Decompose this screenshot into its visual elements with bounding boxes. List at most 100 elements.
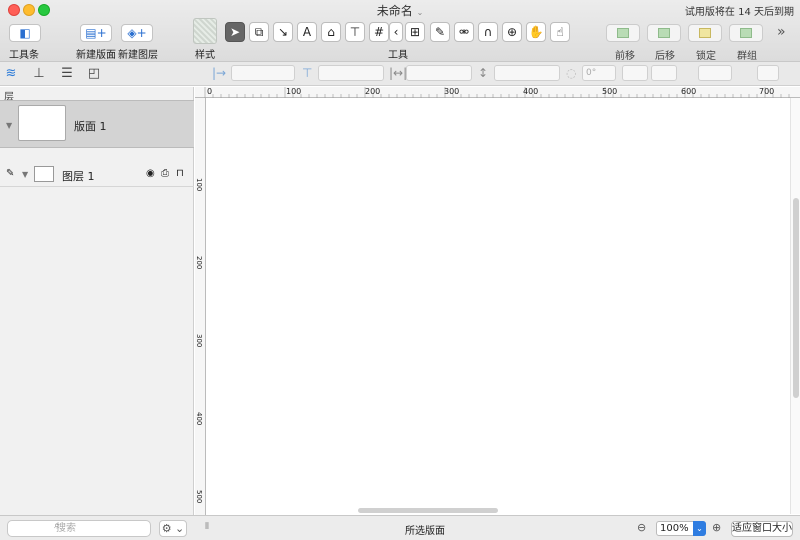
- toolbar-toggle-label: 工具条: [9, 50, 39, 61]
- new-canvas-button[interactable]: ▤+: [80, 24, 112, 42]
- layers-icon[interactable]: ≋: [3, 66, 19, 82]
- canvas-row[interactable]: ▼ 版面 1: [0, 100, 194, 148]
- layer-disclosure-icon[interactable]: ▼: [22, 170, 28, 179]
- printer-icon[interactable]: ⎙: [161, 168, 169, 179]
- style-brush-tool-button[interactable]: ✎: [430, 22, 450, 42]
- point-edit-tool-button[interactable]: ⊤: [345, 22, 365, 42]
- ruler-label: 100: [286, 87, 302, 96]
- magnifier-icon: ⊕: [506, 25, 518, 39]
- outline-icon[interactable]: ☰: [59, 66, 75, 82]
- lock-icon: [699, 28, 711, 38]
- zoom-out-icon[interactable]: ⊖: [637, 521, 646, 534]
- style-label: 样式: [195, 50, 215, 61]
- flip-vertical-button[interactable]: [651, 65, 677, 81]
- disclosure-triangle-icon[interactable]: ▼: [6, 121, 12, 130]
- hand-tool-button[interactable]: ✋: [526, 22, 546, 42]
- hand-icon: ✋: [528, 25, 544, 39]
- title-bar: 未命名 ⌄ 试用版将在 14 天后到期 ◧ 工具条 ▤+ 新建版面 ◈+ 新建图…: [0, 0, 800, 62]
- group-button[interactable]: [729, 24, 763, 42]
- grid-icon: #: [373, 25, 385, 39]
- layers-sidebar: 层 ▼ 版面 1 ✎ ▼ 图层 1 ◉ ⎙ ⊓: [0, 87, 194, 515]
- height-field[interactable]: [494, 65, 560, 81]
- point-edit-icon: ⊤: [349, 25, 361, 39]
- x-position-field[interactable]: [231, 65, 295, 81]
- group-icon: [740, 28, 752, 38]
- group-label: 群组: [737, 51, 757, 62]
- width-field[interactable]: [406, 65, 472, 81]
- zoom-tool-button[interactable]: ⊕: [502, 22, 522, 42]
- zoom-in-icon[interactable]: ⊕: [712, 521, 721, 534]
- shape-style-icon: ⌂: [327, 25, 335, 39]
- ruler-label: 600: [681, 87, 697, 96]
- arrange-menu[interactable]: [698, 65, 732, 81]
- bring-forward-button[interactable]: [606, 24, 640, 42]
- browse-hand-icon: ☝: [556, 25, 564, 39]
- canvas-thumbnail: [18, 105, 66, 141]
- layer-row[interactable]: ✎ ▼ 图层 1 ◉ ⎙ ⊓: [0, 163, 194, 187]
- flip-horizontal-button[interactable]: [622, 65, 648, 81]
- diagram-icon: ⊞: [409, 25, 421, 39]
- text-tool-button[interactable]: A: [297, 22, 317, 42]
- layer-name: 图层 1: [62, 170, 95, 183]
- rotation-field[interactable]: 0°: [582, 65, 616, 81]
- unlock-icon[interactable]: ⊓: [176, 168, 184, 179]
- ruler-label: 300: [444, 87, 460, 96]
- new-canvas-label: 新建版面: [76, 50, 116, 61]
- document-title[interactable]: 未命名 ⌄: [0, 2, 800, 19]
- vertical-scroll-thumb[interactable]: [793, 198, 799, 398]
- grid-tool-button[interactable]: #: [369, 22, 389, 42]
- canvas-size-icon[interactable]: ⊥: [31, 66, 47, 82]
- drawing-canvas[interactable]: [207, 98, 790, 514]
- ruler-label: 500: [602, 87, 618, 96]
- new-canvas-icon: ▤+: [85, 26, 107, 40]
- tools-back-button[interactable]: ‹: [389, 22, 403, 42]
- horizontal-ruler: 0 100 200 300 400 500 600 700: [195, 87, 800, 98]
- trial-notice: 试用版将在 14 天后到期: [684, 7, 794, 18]
- new-layer-label: 新建图层: [118, 50, 158, 61]
- send-backward-button[interactable]: [647, 24, 681, 42]
- vertical-scrollbar[interactable]: [790, 98, 800, 514]
- y-position-field[interactable]: [318, 65, 384, 81]
- connector-tool-button[interactable]: ⚮: [454, 22, 474, 42]
- pencil-icon[interactable]: ✎: [6, 168, 14, 179]
- shape-tool-button[interactable]: ⧉: [249, 22, 269, 42]
- eye-icon[interactable]: ◉: [146, 168, 155, 179]
- magnet-tool-button[interactable]: ∩: [478, 22, 498, 42]
- status-bar: 搜索 ⌕ ⚙ ⌄ ⦀ 所选版面 ⊖ 100% ⌄ ⊕ 适应窗口大小: [0, 515, 800, 540]
- zoom-select[interactable]: 100% ⌄: [656, 521, 706, 536]
- ruler-label: 400: [195, 412, 203, 426]
- ruler-label: 200: [365, 87, 381, 96]
- properties-icon[interactable]: ◰: [86, 66, 102, 82]
- new-layer-button[interactable]: ◈+: [121, 24, 153, 42]
- horizontal-scroll-thumb[interactable]: [358, 508, 498, 513]
- shape-style-tool-button[interactable]: ⌂: [321, 22, 341, 42]
- y-position-icon: ⊤: [302, 66, 313, 80]
- toolbar-toggle-button[interactable]: ◧: [9, 24, 41, 42]
- new-layer-icon: ◈+: [127, 26, 147, 40]
- bring-forward-icon: [617, 28, 629, 38]
- x-position-icon: |→: [212, 66, 227, 80]
- line-icon: ↘: [277, 25, 289, 39]
- selection-tool-button[interactable]: ➤: [225, 22, 245, 42]
- chevron-left-icon: ‹: [393, 25, 399, 39]
- send-backward-label: 后移: [655, 51, 675, 62]
- width-icon: |↔|: [389, 66, 408, 80]
- zoom-dropdown-icon[interactable]: ⌄: [693, 521, 706, 536]
- fit-window-button[interactable]: 适应窗口大小: [731, 521, 793, 537]
- toolbar-overflow-button[interactable]: »: [777, 24, 786, 40]
- ruler-label: 500: [195, 490, 203, 504]
- vertical-ruler: 100 200 300 400 500: [195, 98, 206, 515]
- tools-label: 工具: [388, 50, 408, 61]
- extra-field[interactable]: [757, 65, 779, 81]
- magnet-icon: ∩: [483, 25, 493, 39]
- shapes-icon: ⧉: [254, 24, 264, 39]
- ruler-label: 200: [195, 256, 203, 270]
- ruler-label: 100: [195, 178, 203, 192]
- lock-button[interactable]: [688, 24, 722, 42]
- line-tool-button[interactable]: ↘: [273, 22, 293, 42]
- pointer-icon: ➤: [229, 25, 241, 39]
- diagram-tool-button[interactable]: ⊞: [405, 22, 425, 42]
- style-button[interactable]: [193, 18, 217, 44]
- browse-tool-button[interactable]: ☝: [550, 22, 570, 42]
- ruler-label: 400: [523, 87, 539, 96]
